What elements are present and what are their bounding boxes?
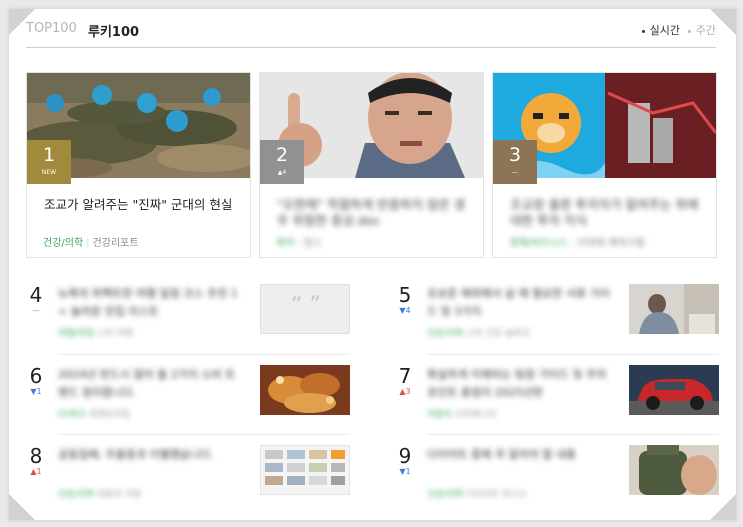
ranking-tabs: TOP100 루키100 실시간 주간 (26, 21, 716, 48)
rank-number: 3 (508, 144, 522, 166)
bullet-icon (687, 29, 691, 33)
rank-number: 9 (398, 444, 412, 468)
web-page-screenshot (260, 445, 350, 495)
item-author: 경제브리핑 (88, 410, 131, 420)
rank: 8 ▲1 (26, 445, 46, 477)
item-meta: 건강/의학 다이어트 연구소 (427, 487, 527, 500)
item-title: 2024년 반드시 알아 둘 2가지 소비 트렌드 정리합니다. (58, 368, 236, 399)
rank-change: ▼1 (30, 387, 42, 396)
list-item[interactable]: 5 ▼4 초보운 해외에서 살 때 필요한 서류 가이드 및 3가지 건강/의학… (395, 284, 719, 360)
quote-icon: “ ” (291, 293, 321, 318)
fried-food-photo (260, 365, 350, 415)
item-author: 다이어트 연구소 (466, 490, 527, 500)
rank-number: 6 (29, 364, 43, 388)
divider (58, 354, 350, 355)
item-category: 건강/의학 (427, 490, 464, 500)
list-item[interactable]: 7 ▲3 확실하게 이해되는 팀장 가이드 및 주의 포인트 총정리 2025년… (395, 365, 719, 441)
rank-number: 8 (29, 444, 43, 468)
card-category: 건강/의학 (43, 238, 84, 249)
item-meta: IT/테크 경제브리핑 (58, 407, 130, 420)
item-category: 건강/의학 (427, 329, 464, 339)
card-title: 조교가 알려주는 "진짜" 군대의 현실 (44, 197, 233, 212)
red-car-photo (629, 365, 719, 415)
rank-number: 4 (29, 283, 43, 307)
rank-number: 7 (398, 364, 412, 388)
featured-card[interactable]: 2 ▲4 "오한에" 적절하게 반응하지 않은 경우 위험한 증상.doc 육아… (259, 72, 484, 258)
sort-realtime-label: 실시간 (649, 24, 680, 37)
rank: 6 ▼1 (26, 365, 46, 397)
rank-badge: 3 — (493, 140, 537, 184)
list-item[interactable]: 6 ▼1 2024년 반드시 알아 둘 2가지 소비 트렌드 정리합니다. IT… (26, 365, 350, 441)
card-title: 조교장 출판 투자자가 알려주는 위에 대한 투자 지식 (510, 197, 699, 228)
item-title: 뉴욕의 퍼펙트한 여행 일정 코스 추천 1 + 놀라운 맛집 리스트 (58, 287, 238, 318)
item-meta: 건강/의학 마음의 치유 (58, 487, 141, 500)
bottle-photo (629, 445, 719, 495)
card-meta: 육아 | 맘스 (276, 238, 323, 249)
item-category: IT/테크 (58, 410, 86, 420)
divider (427, 354, 719, 355)
featured-card[interactable]: 3 — 조교장 출판 투자자가 알려주는 위에 대한 투자 지식 경제/비즈니스… (492, 72, 717, 258)
divider (58, 434, 350, 435)
ranking-panel: TOP100 루키100 실시간 주간 1 NEW 조교가 알려주는 "진짜" … (8, 8, 737, 521)
tab-top100[interactable]: TOP100 (26, 21, 77, 36)
item-author: 나의 여행 (97, 329, 134, 339)
featured-card[interactable]: 1 NEW 조교가 알려주는 "진짜" 군대의 현실 건강/의학 | 건강리포트 (26, 72, 251, 258)
rank: 7 ▲3 (395, 365, 415, 397)
rank-number: 2 (275, 144, 289, 166)
rank: 5 ▼4 (395, 284, 415, 316)
item-category: 건강/의학 (58, 490, 95, 500)
card-category: 육아 (276, 238, 295, 249)
card-author: 이태재 재테크랩 (576, 238, 645, 249)
sort-realtime[interactable]: 실시간 (641, 22, 680, 38)
card-category: 경제/비즈니스 (509, 238, 568, 249)
tab-rookie100[interactable]: 루키100 (88, 21, 139, 40)
rank-change: ▼4 (399, 306, 411, 315)
item-author: 마음의 치유 (97, 490, 142, 500)
bullet-icon (641, 29, 645, 33)
rank-change: ▲1 (30, 467, 42, 476)
rank-change: ▲3 (399, 387, 411, 396)
rank-change: ▼1 (399, 467, 411, 476)
rank-number: 1 (42, 144, 56, 166)
item-title: 공동집배, 우울증과 이별했습니다. (58, 448, 214, 461)
item-author: 오토매니아 (454, 410, 497, 420)
item-meta: 건강/의학 나의 건강 솔루션 (427, 326, 530, 339)
list-item[interactable]: 4 — 뉴욕의 퍼펙트한 여행 일정 코스 추천 1 + 놀라운 맛집 리스트 … (26, 284, 350, 360)
item-meta: 자동차 오토매니아 (427, 407, 496, 420)
rank-badge: 2 ▲4 (260, 140, 304, 184)
rank-change: — (512, 169, 518, 176)
list-item[interactable]: 9 ▼1 다이어트 중에 꼭 알아야 할 내용 건강/의학 다이어트 연구소 (395, 445, 719, 521)
item-title: 초보운 해외에서 살 때 필요한 서류 가이드 및 3가지 (427, 287, 610, 318)
rank: 9 ▼1 (395, 445, 415, 477)
card-author: 맘스 (303, 238, 323, 249)
sort-weekly[interactable]: 주간 (687, 22, 716, 38)
rank: 4 — (26, 284, 46, 316)
divider (427, 434, 719, 435)
card-title: "오한에" 적절하게 반응하지 않은 경우 위험한 증상.doc (277, 197, 466, 228)
card-author: 건강리포트 (92, 238, 139, 249)
card-meta: 건강/의학 | 건강리포트 (43, 238, 139, 249)
rank-badge: 1 NEW (27, 140, 71, 184)
item-meta: 여행/맛집 나의 여행 (58, 326, 133, 339)
item-author: 나의 건강 솔루션 (466, 329, 530, 339)
quote-placeholder: “ ” (260, 284, 350, 334)
sort-weekly-label: 주간 (695, 24, 716, 37)
person-sitting-photo (629, 284, 719, 334)
item-title: 다이어트 중에 꼭 알아야 할 내용 (427, 448, 577, 461)
rank-number: 5 (398, 283, 412, 307)
item-category: 여행/맛집 (58, 329, 95, 339)
list-item[interactable]: 8 ▲1 공동집배, 우울증과 이별했습니다. 건강/의학 마음의 치유 (26, 445, 350, 521)
rank-status: NEW (41, 169, 57, 176)
rank-change: — (32, 306, 40, 315)
card-meta: 경제/비즈니스 | 이태재 재테크랩 (509, 238, 645, 249)
rank-change: ▲4 (277, 169, 287, 176)
item-title: 확실하게 이해되는 팀장 가이드 및 주의 포인트 총정리 2025년판 (427, 368, 607, 399)
item-category: 자동차 (427, 410, 452, 420)
